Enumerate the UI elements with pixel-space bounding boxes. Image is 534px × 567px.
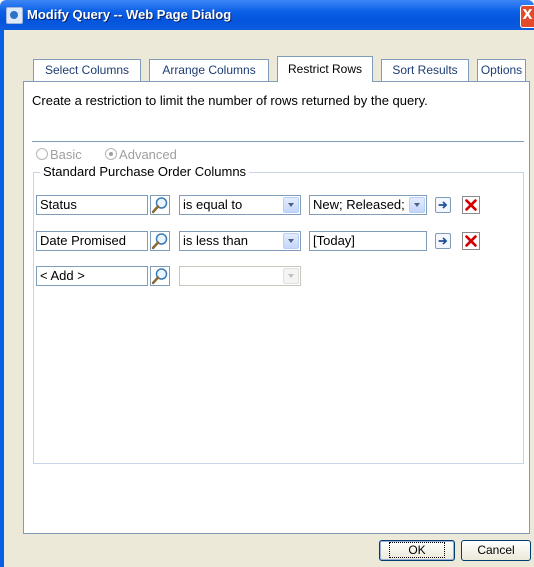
divider [32,141,524,142]
group-legend: Standard Purchase Order Columns [40,164,250,179]
column-field-status[interactable]: Status [36,195,148,215]
value-select-status[interactable]: New; Released; [309,195,427,215]
description-text: Create a restriction to limit the number… [32,93,428,108]
lookup-magnifier-icon[interactable] [150,231,170,251]
title-bar: Modify Query -- Web Page Dialog X [0,0,534,30]
go-arrow-icon[interactable] [435,233,451,249]
advanced-radio[interactable] [105,148,118,160]
chevron-down-icon [283,268,299,284]
operator-select-disabled [179,266,301,286]
tab-options[interactable]: Options [477,59,526,81]
window-title: Modify Query -- Web Page Dialog [27,7,232,22]
go-arrow-icon[interactable] [435,197,451,213]
tab-arrange-columns[interactable]: Arrange Columns [149,59,269,81]
value-text: New; Released; [313,197,405,212]
delete-x-icon[interactable] [462,196,480,214]
delete-x-icon[interactable] [462,232,480,250]
restriction-group [33,172,524,464]
tab-restrict-rows[interactable]: Restrict Rows [277,56,373,82]
chevron-down-icon [283,197,299,213]
tab-sort-results[interactable]: Sort Results [381,59,469,81]
ok-button[interactable]: OK [379,540,455,561]
basic-radio[interactable] [36,148,48,160]
add-column-field[interactable]: < Add > [36,266,148,286]
advanced-label: Advanced [119,147,177,162]
lookup-magnifier-icon[interactable] [150,266,170,286]
close-button[interactable]: X [520,5,534,28]
value-input-date-promised[interactable]: [Today] [309,231,427,251]
operator-select-status[interactable]: is equal to [179,195,301,215]
basic-label: Basic [50,147,82,162]
operator-value: is equal to [183,197,243,212]
cancel-button[interactable]: Cancel [461,540,531,561]
mode-radio-group: Basic Advanced [36,147,177,162]
chevron-down-icon [409,197,425,213]
operator-select-date-promised[interactable]: is less than [179,231,301,251]
ie-window-icon [6,7,23,24]
lookup-magnifier-icon[interactable] [150,195,170,215]
tab-select-columns[interactable]: Select Columns [33,59,141,81]
column-field-date-promised[interactable]: Date Promised [36,231,148,251]
operator-value: is less than [183,233,249,248]
ok-label: OK [389,542,445,558]
chevron-down-icon [283,233,299,249]
